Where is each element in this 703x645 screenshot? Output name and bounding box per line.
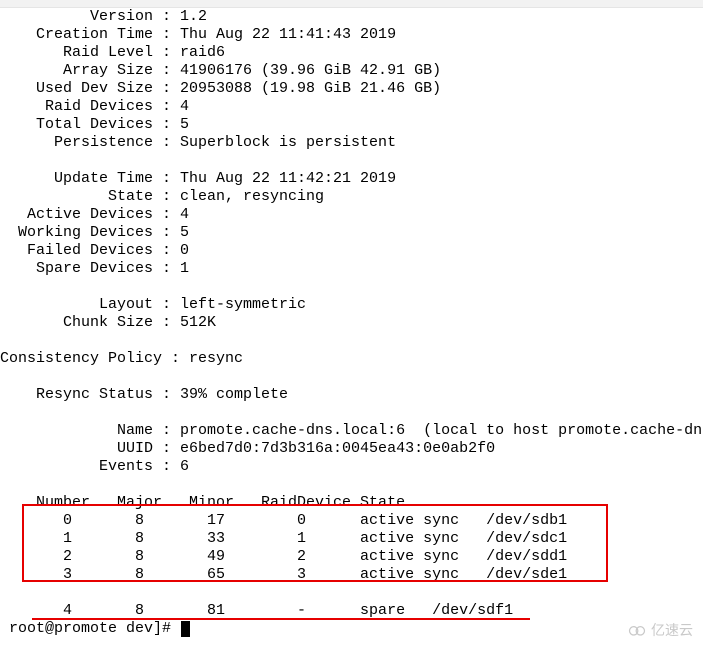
detail-layout: Layout : left-symmetric [0,296,703,314]
text-cursor [181,621,190,637]
device-table-row: 2 8 49 2 active sync /dev/sdd1 [0,548,703,566]
detail-events: Events : 6 [0,458,703,476]
blank-line [0,584,703,602]
detail-raid-devices: Raid Devices : 4 [0,98,703,116]
device-table-spare-row: 4 8 81 - spare /dev/sdf1 [0,602,703,620]
blank-line [0,152,703,170]
shell-prompt: root@promote dev]# [0,620,180,638]
detail-resync-status: Resync Status : 39% complete [0,386,703,404]
terminal-window: Version : 1.2 Creation Time : Thu Aug 22… [0,0,703,645]
detail-name: Name : promote.cache-dns.local:6 (local … [0,422,703,440]
detail-consistency-policy: Consistency Policy : resync [0,350,703,368]
detail-chunk-size: Chunk Size : 512K [0,314,703,332]
detail-used-dev-size: Used Dev Size : 20953088 (19.98 GiB 21.4… [0,80,703,98]
device-table-header: Number Major Minor RaidDevice State [0,494,703,512]
blank-line [0,368,703,386]
detail-state: State : clean, resyncing [0,188,703,206]
blank-line [0,476,703,494]
detail-failed-devices: Failed Devices : 0 [0,242,703,260]
detail-uuid: UUID : e6bed7d0:7d3b316a:0045ea43:0e0ab2… [0,440,703,458]
detail-update-time: Update Time : Thu Aug 22 11:42:21 2019 [0,170,703,188]
device-table-row: 3 8 65 3 active sync /dev/sde1 [0,566,703,584]
detail-raid-level: Raid Level : raid6 [0,44,703,62]
detail-creation-time: Creation Time : Thu Aug 22 11:41:43 2019 [0,26,703,44]
detail-array-size: Array Size : 41906176 (39.96 GiB 42.91 G… [0,62,703,80]
detail-total-devices: Total Devices : 5 [0,116,703,134]
detail-persistence: Persistence : Superblock is persistent [0,134,703,152]
blank-line [0,332,703,350]
detail-active-devices: Active Devices : 4 [0,206,703,224]
detail-working-devices: Working Devices : 5 [0,224,703,242]
device-table-row: 1 8 33 1 active sync /dev/sdc1 [0,530,703,548]
blank-line [0,278,703,296]
detail-spare-devices: Spare Devices : 1 [0,260,703,278]
device-table-row: 0 8 17 0 active sync /dev/sdb1 [0,512,703,530]
shell-prompt-line[interactable]: root@promote dev]# [0,620,703,638]
detail-version: Version : 1.2 [0,8,703,26]
blank-line [0,404,703,422]
window-titlebar [0,0,703,8]
